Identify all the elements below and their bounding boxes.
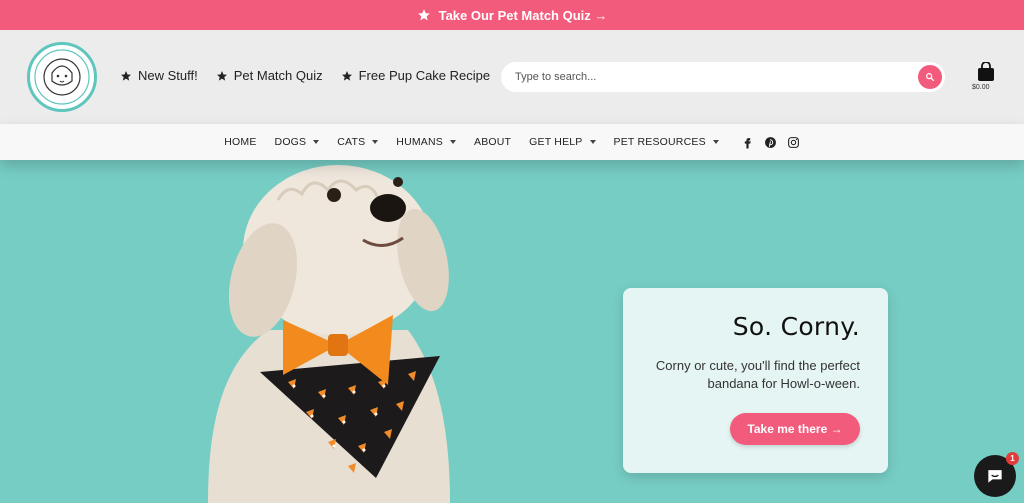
promo-card: So. Corny. Corny or cute, you'll find th… (623, 288, 888, 473)
promo-description: Corny or cute, you'll find the perfect b… (655, 358, 860, 391)
take-me-there-button[interactable]: Take me there → (730, 413, 860, 445)
star-icon (341, 70, 352, 81)
cart-total: $0.00 (972, 84, 990, 91)
promo-title: So. Corny. (732, 312, 860, 341)
nav-label: DOGS (274, 136, 307, 148)
facebook-icon[interactable] (741, 136, 754, 149)
caret-down-icon (589, 140, 596, 144)
quick-link-pet-match-quiz[interactable]: Pet Match Quiz (216, 68, 323, 83)
site-header: New Stuff! Pet Match Quiz Free Pup Cake … (0, 30, 1024, 124)
nav-label: CATS (337, 136, 366, 148)
instagram-icon[interactable] (787, 136, 800, 149)
quick-link-label: Free Pup Cake Recipe (358, 68, 491, 83)
announcement-bar[interactable]: Take Our Pet Match Quiz → (0, 0, 1024, 30)
caret-down-icon (313, 140, 320, 144)
caret-down-icon (450, 140, 456, 144)
nav-label: ABOUT (474, 136, 512, 148)
chat-notification-badge: 1 (1006, 452, 1019, 465)
brand-logo[interactable] (27, 42, 97, 112)
search-input[interactable] (515, 71, 895, 83)
search-icon (926, 73, 935, 82)
dog-with-bandana-image (208, 165, 450, 503)
quick-link-label: Pet Match Quiz (233, 68, 323, 83)
star-icon (417, 9, 430, 21)
quick-link-new-stuff[interactable]: New Stuff! (120, 68, 198, 83)
social-links (741, 136, 800, 149)
nav-cats[interactable]: CATS (337, 136, 379, 148)
chat-bubble-icon (988, 470, 1002, 483)
nav-label: HUMANS (396, 136, 443, 148)
star-icon (216, 70, 227, 81)
nav-label: GET HELP (529, 136, 583, 148)
pinterest-icon[interactable] (764, 136, 777, 149)
main-nav: HOME DOGS CATS HUMANS ABOUT GET HELP PET… (0, 124, 1024, 160)
announcement-text: Take Our Pet Match Quiz → (438, 7, 608, 23)
nav-get-help[interactable]: GET HELP (529, 136, 596, 148)
search-button[interactable] (918, 65, 942, 89)
shopping-bag-icon (978, 61, 994, 81)
quick-link-label: New Stuff! (138, 68, 198, 83)
nav-label: HOME (224, 136, 257, 148)
star-icon (121, 70, 131, 81)
nav-home[interactable]: HOME (224, 136, 256, 148)
caret-down-icon (372, 140, 379, 144)
nav-pet-resources[interactable]: PET RESOURCES (614, 136, 719, 148)
quick-link-pup-cake-recipe[interactable]: Free Pup Cake Recipe (341, 68, 491, 83)
nav-dogs[interactable]: DOGS (275, 136, 320, 148)
search-bar (501, 62, 945, 92)
quick-links: New Stuff! Pet Match Quiz Free Pup Cake … (120, 68, 490, 83)
caret-down-icon (712, 140, 719, 144)
nav-label: PET RESOURCES (613, 136, 706, 148)
nav-about[interactable]: ABOUT (474, 136, 511, 148)
hero-banner: So. Corny. Corny or cute, you'll find th… (0, 160, 1024, 503)
nav-humans[interactable]: HUMANS (396, 136, 456, 148)
logo-icon (34, 49, 90, 105)
